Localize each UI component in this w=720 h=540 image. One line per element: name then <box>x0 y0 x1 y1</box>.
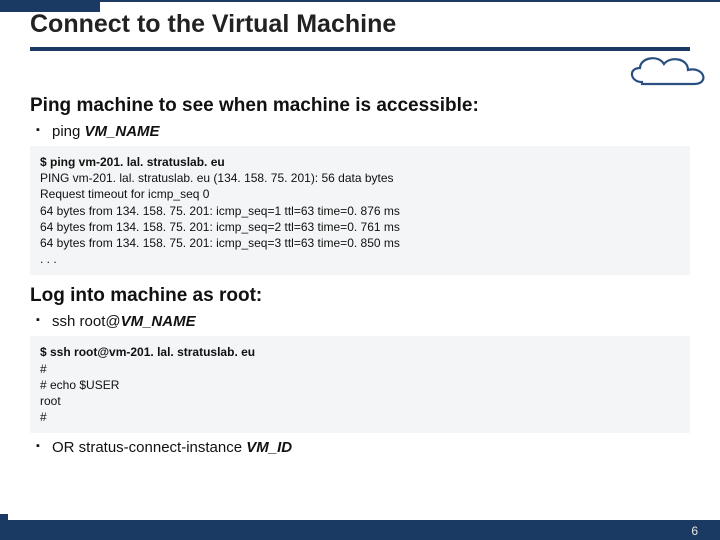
page-number: 6 <box>691 524 698 538</box>
code-line: 64 bytes from 134. 158. 75. 201: icmp_se… <box>40 235 680 251</box>
code-block-ssh: $ ssh root@vm-201. lal. stratuslab. eu #… <box>30 336 690 433</box>
top-accent-bar <box>0 2 100 12</box>
code-cmd: $ ssh root@vm-201. lal. stratuslab. eu <box>40 344 680 360</box>
slide-body: Ping machine to see when machine is acce… <box>0 51 720 456</box>
slide: Connect to the Virtual Machine Ping mach… <box>0 0 720 540</box>
code-line: PING vm-201. lal. stratuslab. eu (134. 1… <box>40 170 680 186</box>
bullet-ping: ping VM_NAME <box>30 123 690 140</box>
bullet-text: ping <box>52 123 85 140</box>
bullet-text: OR stratus-connect-instance <box>52 439 246 456</box>
section-heading-ssh: Log into machine as root: <box>30 285 690 307</box>
slide-title: Connect to the Virtual Machine <box>30 10 690 39</box>
code-line: # echo $USER <box>40 377 680 393</box>
code-line: Request timeout for icmp_seq 0 <box>40 186 680 202</box>
bullet-placeholder: VM_NAME <box>85 123 160 140</box>
code-line: # <box>40 409 680 425</box>
bullet-or-connect: OR stratus-connect-instance VM_ID <box>30 439 690 456</box>
section-heading-ping: Ping machine to see when machine is acce… <box>30 95 690 117</box>
code-line: 64 bytes from 134. 158. 75. 201: icmp_se… <box>40 219 680 235</box>
code-line: . . . <box>40 251 680 267</box>
code-line: 64 bytes from 134. 158. 75. 201: icmp_se… <box>40 203 680 219</box>
code-line: root <box>40 393 680 409</box>
bullet-placeholder: VM_ID <box>246 439 292 456</box>
code-line: # <box>40 361 680 377</box>
bullet-ssh: ssh root@VM_NAME <box>30 313 690 330</box>
bullet-placeholder: VM_NAME <box>121 313 196 330</box>
code-cmd: $ ping vm-201. lal. stratuslab. eu <box>40 154 680 170</box>
bullet-text: ssh root@ <box>52 313 121 330</box>
title-area: Connect to the Virtual Machine <box>0 2 720 39</box>
footer-bar <box>0 520 720 540</box>
cloud-icon <box>624 50 714 94</box>
code-block-ping: $ ping vm-201. lal. stratuslab. eu PING … <box>30 146 690 275</box>
